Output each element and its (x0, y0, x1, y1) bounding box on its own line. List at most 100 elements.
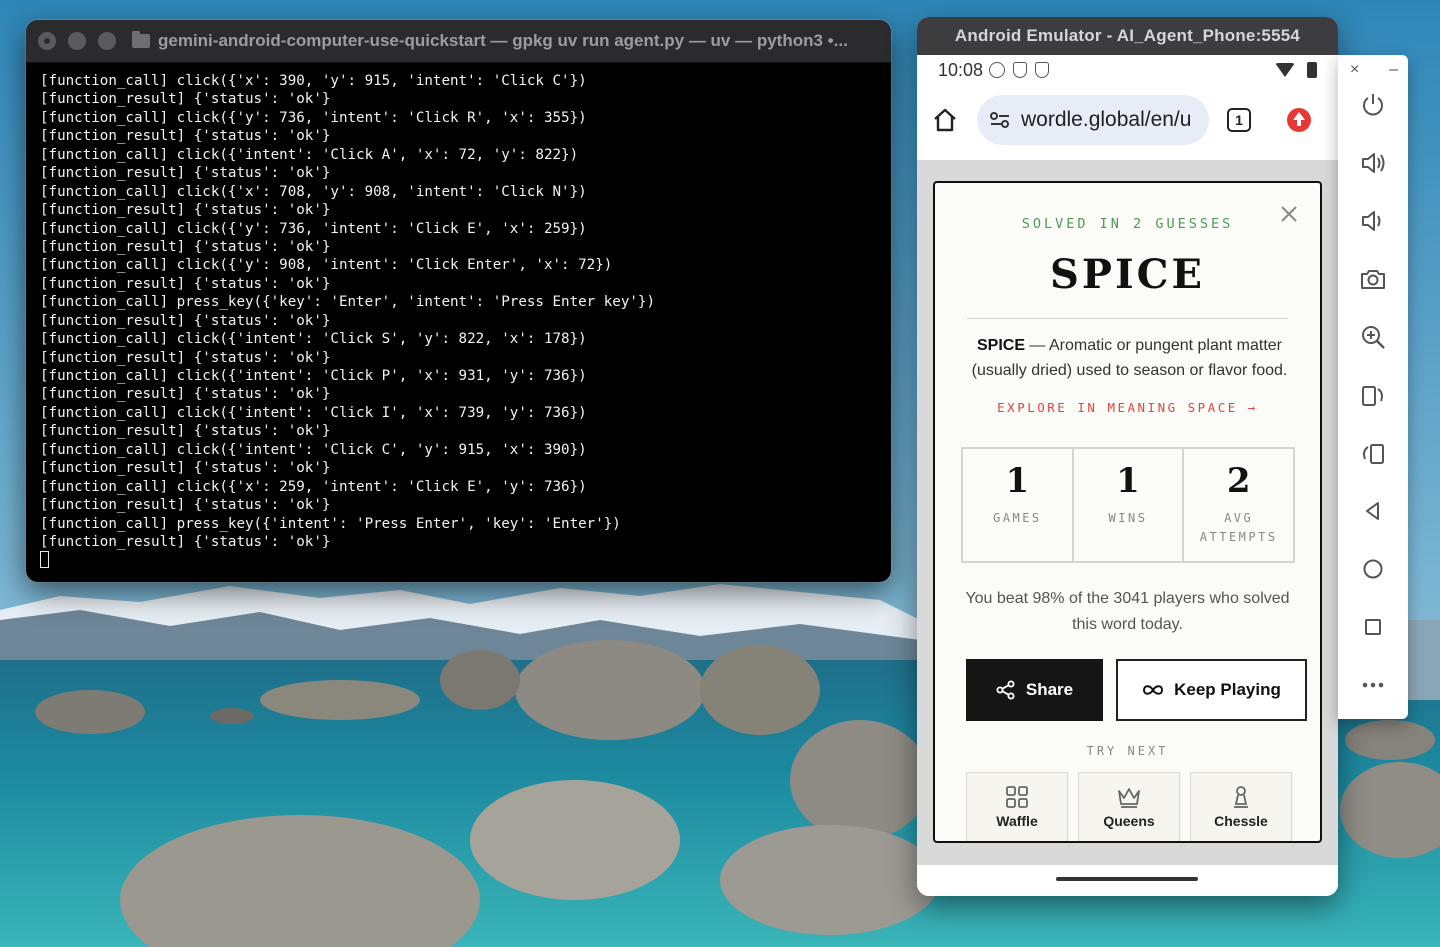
terminal-line: [function_result] {'status': 'ok'} (40, 497, 331, 514)
terminal-line: [function_result] {'status': 'ok'} (40, 128, 331, 145)
stat-value: 1 (1005, 461, 1030, 501)
back-button[interactable] (1359, 497, 1387, 525)
stat-label: GAMES (993, 511, 1042, 525)
zoom-window-button[interactable] (98, 32, 116, 50)
android-emulator-window[interactable]: Android Emulator - AI_Agent_Phone:5554 1… (917, 17, 1338, 896)
solved-label: SOLVED IN 2 GUESSES (1021, 216, 1234, 232)
folder-icon (132, 31, 150, 48)
definition-word: SPICE (976, 337, 1025, 354)
emulator-title: Android Emulator - AI_Agent_Phone:5554 (917, 17, 1338, 55)
stat-value: 2 (1226, 461, 1251, 501)
screenshot-button[interactable] (1359, 265, 1387, 293)
terminal-line: [function_result] {'status': 'ok'} (40, 349, 331, 366)
toolbar-close-button[interactable]: × (1350, 61, 1359, 79)
more-icon (1362, 682, 1384, 688)
explore-meaning-link[interactable]: EXPLORE IN MEANING SPACE → (935, 400, 1320, 415)
shield-icon (1013, 62, 1028, 78)
terminal-line: [function_result] {'status': 'ok'} (40, 423, 331, 440)
terminal-line: [function_result] {'status': 'ok'} (40, 460, 331, 477)
zoom-icon (1362, 326, 1385, 349)
site-settings-icon[interactable] (989, 111, 1011, 129)
more-button[interactable] (1359, 671, 1387, 699)
terminal-line: [function_call] click({'x': 708, 'y': 90… (40, 183, 587, 200)
power-button[interactable] (1359, 91, 1387, 119)
terminal-line: [function_result] {'status': 'ok'} (40, 238, 331, 255)
url-text: wordle.global/en/u (1021, 108, 1192, 131)
minimize-window-button[interactable] (68, 32, 86, 50)
status-time: 10:08 (938, 59, 984, 80)
terminal-cursor (40, 551, 49, 569)
terminal-line: [function_result] {'status': 'ok'} (40, 202, 331, 219)
game-card-queens[interactable]: Queens (1078, 772, 1180, 841)
rotate-left-icon (1362, 386, 1383, 406)
terminal-line: [function_result] {'status': 'ok'} (40, 312, 331, 329)
terminal-line: [function_call] click({'y': 736, 'intent… (40, 109, 587, 126)
definition-dash: — (1024, 337, 1049, 354)
terminal-line: [function_result] {'status': 'ok'} (40, 91, 331, 108)
terminal-line: [function_result] {'status': 'ok'} (40, 165, 331, 182)
terminal-titlebar[interactable]: gemini-android-computer-use-quickstart —… (26, 20, 891, 63)
game-card-chessle[interactable]: Chessle (1190, 772, 1292, 841)
terminal-line: [function_call] click({'intent': 'Click … (40, 404, 587, 421)
terminal-window[interactable]: gemini-android-computer-use-quickstart —… (26, 20, 891, 582)
toolbar-minimize-button[interactable]: – (1389, 61, 1398, 79)
vpn-shield-icon (1035, 62, 1050, 78)
stat-label: WINS (1108, 511, 1148, 525)
terminal-line: [function_call] click({'intent': 'Click … (40, 441, 587, 458)
answer-word: SPICE (1050, 251, 1205, 298)
home-button[interactable] (1359, 555, 1387, 583)
try-next-label: TRY NEXT (1086, 744, 1169, 758)
terminal-output[interactable]: [function_call] click({'x': 390, 'y': 91… (26, 63, 891, 571)
stats-panel: 1 GAMES 1 WINS 2 AVG ATTEMPTS (961, 447, 1295, 563)
crown-icon (1118, 788, 1140, 808)
stat-avg-attempts: 2 AVG ATTEMPTS (1184, 449, 1293, 561)
tab-switcher-button[interactable]: 1 (1227, 108, 1251, 132)
zoom-button[interactable] (1359, 323, 1387, 351)
game-name: Queens (1103, 813, 1155, 829)
stat-games: 1 GAMES (963, 449, 1074, 561)
home-icon[interactable] (931, 106, 959, 134)
game-card-waffle[interactable]: Waffle (966, 772, 1068, 841)
terminal-line: [function_call] click({'y': 908, 'intent… (40, 257, 613, 274)
home-circle-icon (1363, 559, 1383, 579)
rotate-left-button[interactable] (1359, 381, 1387, 409)
infinity-icon (1143, 685, 1164, 695)
terminal-line: [function_result] {'status': 'ok'} (40, 275, 331, 292)
percentile-text: You beat 98% of the 3041 players who sol… (965, 590, 1290, 633)
chess-pawn-icon (1234, 786, 1248, 808)
terminal-line: [function_call] click({'y': 736, 'intent… (40, 220, 587, 237)
terminal-line: [function_result] {'status': 'ok'} (40, 386, 331, 403)
back-icon (1366, 502, 1379, 520)
rotate-right-icon (1363, 444, 1384, 464)
try-next-games: Waffle Queens Chessle (966, 772, 1292, 841)
terminal-line: [function_call] click({'intent': 'Click … (40, 368, 587, 384)
rotate-right-button[interactable] (1359, 439, 1387, 467)
definition: SPICE — Aromatic or pungent plant matter… (969, 333, 1290, 383)
update-icon[interactable] (1287, 108, 1311, 132)
stat-label: AVG ATTEMPTS (1199, 511, 1278, 544)
terminal-line: [function_call] click({'intent': 'Click … (40, 146, 579, 163)
share-label: Share (1025, 680, 1074, 699)
overview-button[interactable] (1359, 613, 1387, 641)
web-content: SOLVED IN 2 GUESSES SPICE SPICE — Aromat… (917, 160, 1338, 865)
game-name: Waffle (996, 813, 1038, 829)
grid-icon (1006, 786, 1028, 808)
divider (967, 318, 1288, 319)
volume-up-button[interactable] (1359, 149, 1387, 177)
terminal-line: [function_call] press_key({'intent': 'Pr… (40, 515, 621, 532)
results-modal: SOLVED IN 2 GUESSES SPICE SPICE — Aromat… (933, 181, 1322, 843)
camera-icon (1361, 270, 1385, 289)
gesture-handle[interactable] (1056, 877, 1198, 881)
volume-up-icon (1362, 153, 1385, 173)
share-button[interactable]: Share (966, 659, 1103, 721)
terminal-line: [function_call] press_key({'key': 'Enter… (40, 294, 655, 311)
address-bar[interactable]: wordle.global/en/u (977, 95, 1209, 145)
volume-down-button[interactable] (1359, 207, 1387, 235)
terminal-line: [function_call] click({'intent': 'Click … (40, 331, 587, 348)
browser-toolbar: wordle.global/en/u 1 (917, 85, 1338, 155)
close-window-button[interactable] (38, 32, 56, 50)
keep-playing-button[interactable]: Keep Playing (1116, 659, 1307, 721)
terminal-line: [function_call] click({'x': 259, 'intent… (40, 478, 587, 495)
stat-value: 1 (1116, 461, 1140, 501)
terminal-title: gemini-android-computer-use-quickstart —… (158, 31, 848, 50)
